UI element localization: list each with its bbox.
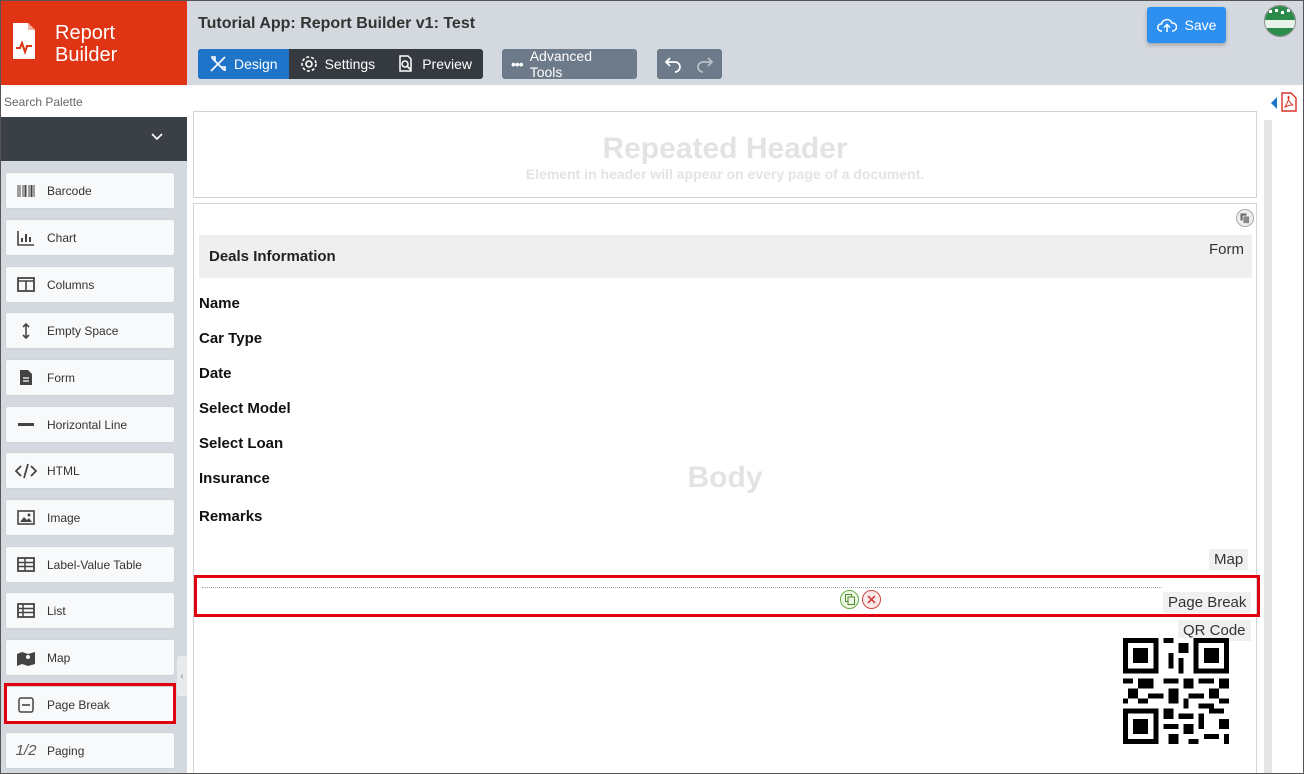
avatar-logo-icon <box>1265 6 1295 36</box>
repeated-header-subtitle: Element in header will appear on every p… <box>525 166 925 182</box>
form-tag: Form <box>1209 241 1244 258</box>
redo-button[interactable] <box>689 49 721 79</box>
copy-element-button[interactable] <box>840 590 859 609</box>
body-section[interactable]: Body Deals Information Form Name Car Typ… <box>193 203 1257 774</box>
redo-icon <box>697 57 714 73</box>
brand-logo: Report Builder <box>1 1 187 85</box>
undo-icon <box>664 57 681 73</box>
palette-item-image[interactable]: Image <box>5 499 175 536</box>
delete-element-button[interactable] <box>862 590 881 609</box>
app-title: Tutorial App: Report Builder v1: Test <box>198 15 476 32</box>
search-palette-input[interactable]: Search Palette <box>1 85 187 117</box>
palette-item-barcode[interactable]: Barcode <box>5 172 175 209</box>
field-insurance[interactable]: Insurance <box>199 470 270 487</box>
table-icon <box>17 557 35 572</box>
paging-icon: 1/2 <box>15 742 37 759</box>
canvas-scrollbar[interactable] <box>1264 120 1272 774</box>
field-select-model[interactable]: Select Model <box>199 400 291 417</box>
undo-button[interactable] <box>657 49 689 79</box>
palette-item-chart[interactable]: Chart <box>5 219 175 256</box>
palette-item-map[interactable]: Map <box>5 639 175 676</box>
advanced-tools-button[interactable]: ••• Advanced Tools <box>502 48 637 80</box>
chevron-down-icon <box>151 133 163 141</box>
form-element[interactable]: Deals Information <box>199 235 1252 278</box>
tab-settings[interactable]: Settings <box>289 49 387 79</box>
undo-redo-group <box>657 49 722 79</box>
avatar[interactable] <box>1264 5 1296 37</box>
ellipsis-icon: ••• <box>511 56 524 72</box>
form-title: Deals Information <box>209 248 336 265</box>
palette-item-empty-space[interactable]: Empty Space <box>5 312 175 349</box>
field-remarks[interactable]: Remarks <box>199 508 262 525</box>
document-icon <box>20 370 32 385</box>
palette-item-html[interactable]: HTML <box>5 452 175 489</box>
close-icon <box>867 595 876 604</box>
gear-icon <box>300 56 317 72</box>
pdf-icon[interactable] <box>1281 92 1297 112</box>
image-icon <box>17 510 35 525</box>
vertical-resize-icon <box>22 322 30 339</box>
list-table-icon <box>17 603 35 618</box>
field-date[interactable]: Date <box>199 365 232 382</box>
design-icon <box>210 56 226 72</box>
repeated-header-title: Repeated Header <box>602 132 848 165</box>
tab-design[interactable]: Design <box>198 49 289 79</box>
map-icon <box>17 651 35 666</box>
palette-item-columns[interactable]: Columns <box>5 266 175 303</box>
page-break-line <box>202 587 1162 588</box>
caret-left-icon[interactable] <box>1270 96 1278 110</box>
field-name[interactable]: Name <box>199 295 240 312</box>
palette-page-break-highlight <box>4 683 176 724</box>
body-watermark: Body <box>687 461 763 494</box>
code-icon <box>15 463 37 478</box>
palette-item-paging[interactable]: 1/2 Paging <box>5 732 175 769</box>
palette-category-select[interactable] <box>1 117 187 161</box>
copy-icon <box>1240 213 1250 224</box>
top-bar: Tutorial App: Report Builder v1: Test De… <box>187 1 1303 85</box>
brand-title: Report Builder <box>55 22 118 66</box>
palette-item-horizontal-line[interactable]: Horizontal Line <box>5 406 175 443</box>
repeated-header-section[interactable]: Repeated Header Element in header will a… <box>193 111 1257 198</box>
qr-code-image[interactable] <box>1123 638 1229 744</box>
collapse-palette-handle[interactable]: ‹ <box>177 656 187 696</box>
field-select-loan[interactable]: Select Loan <box>199 435 283 452</box>
palette-item-form[interactable]: Form <box>5 359 175 396</box>
page-break-tag: Page Break <box>1163 592 1252 613</box>
preview-icon <box>399 55 412 72</box>
copy-icon <box>844 594 855 605</box>
page-break-element[interactable]: Page Break <box>194 575 1260 617</box>
barcode-icon <box>17 184 35 197</box>
map-tag: Map <box>1209 549 1249 570</box>
cloud-upload-icon <box>1156 18 1177 32</box>
columns-icon <box>17 277 35 292</box>
chart-icon <box>17 230 34 246</box>
report-icon <box>13 23 35 59</box>
field-car-type[interactable]: Car Type <box>199 330 262 347</box>
minus-icon <box>18 422 34 426</box>
palette-item-label-value-table[interactable]: Label-Value Table <box>5 546 175 583</box>
tab-preview[interactable]: Preview <box>386 49 483 79</box>
mode-tabs: Design Settings Preview <box>198 49 483 79</box>
palette-item-list[interactable]: List <box>5 592 175 629</box>
save-button[interactable]: Save <box>1147 7 1226 43</box>
chevron-left-icon: ‹ <box>180 670 184 682</box>
copy-section-button[interactable] <box>1236 209 1254 227</box>
